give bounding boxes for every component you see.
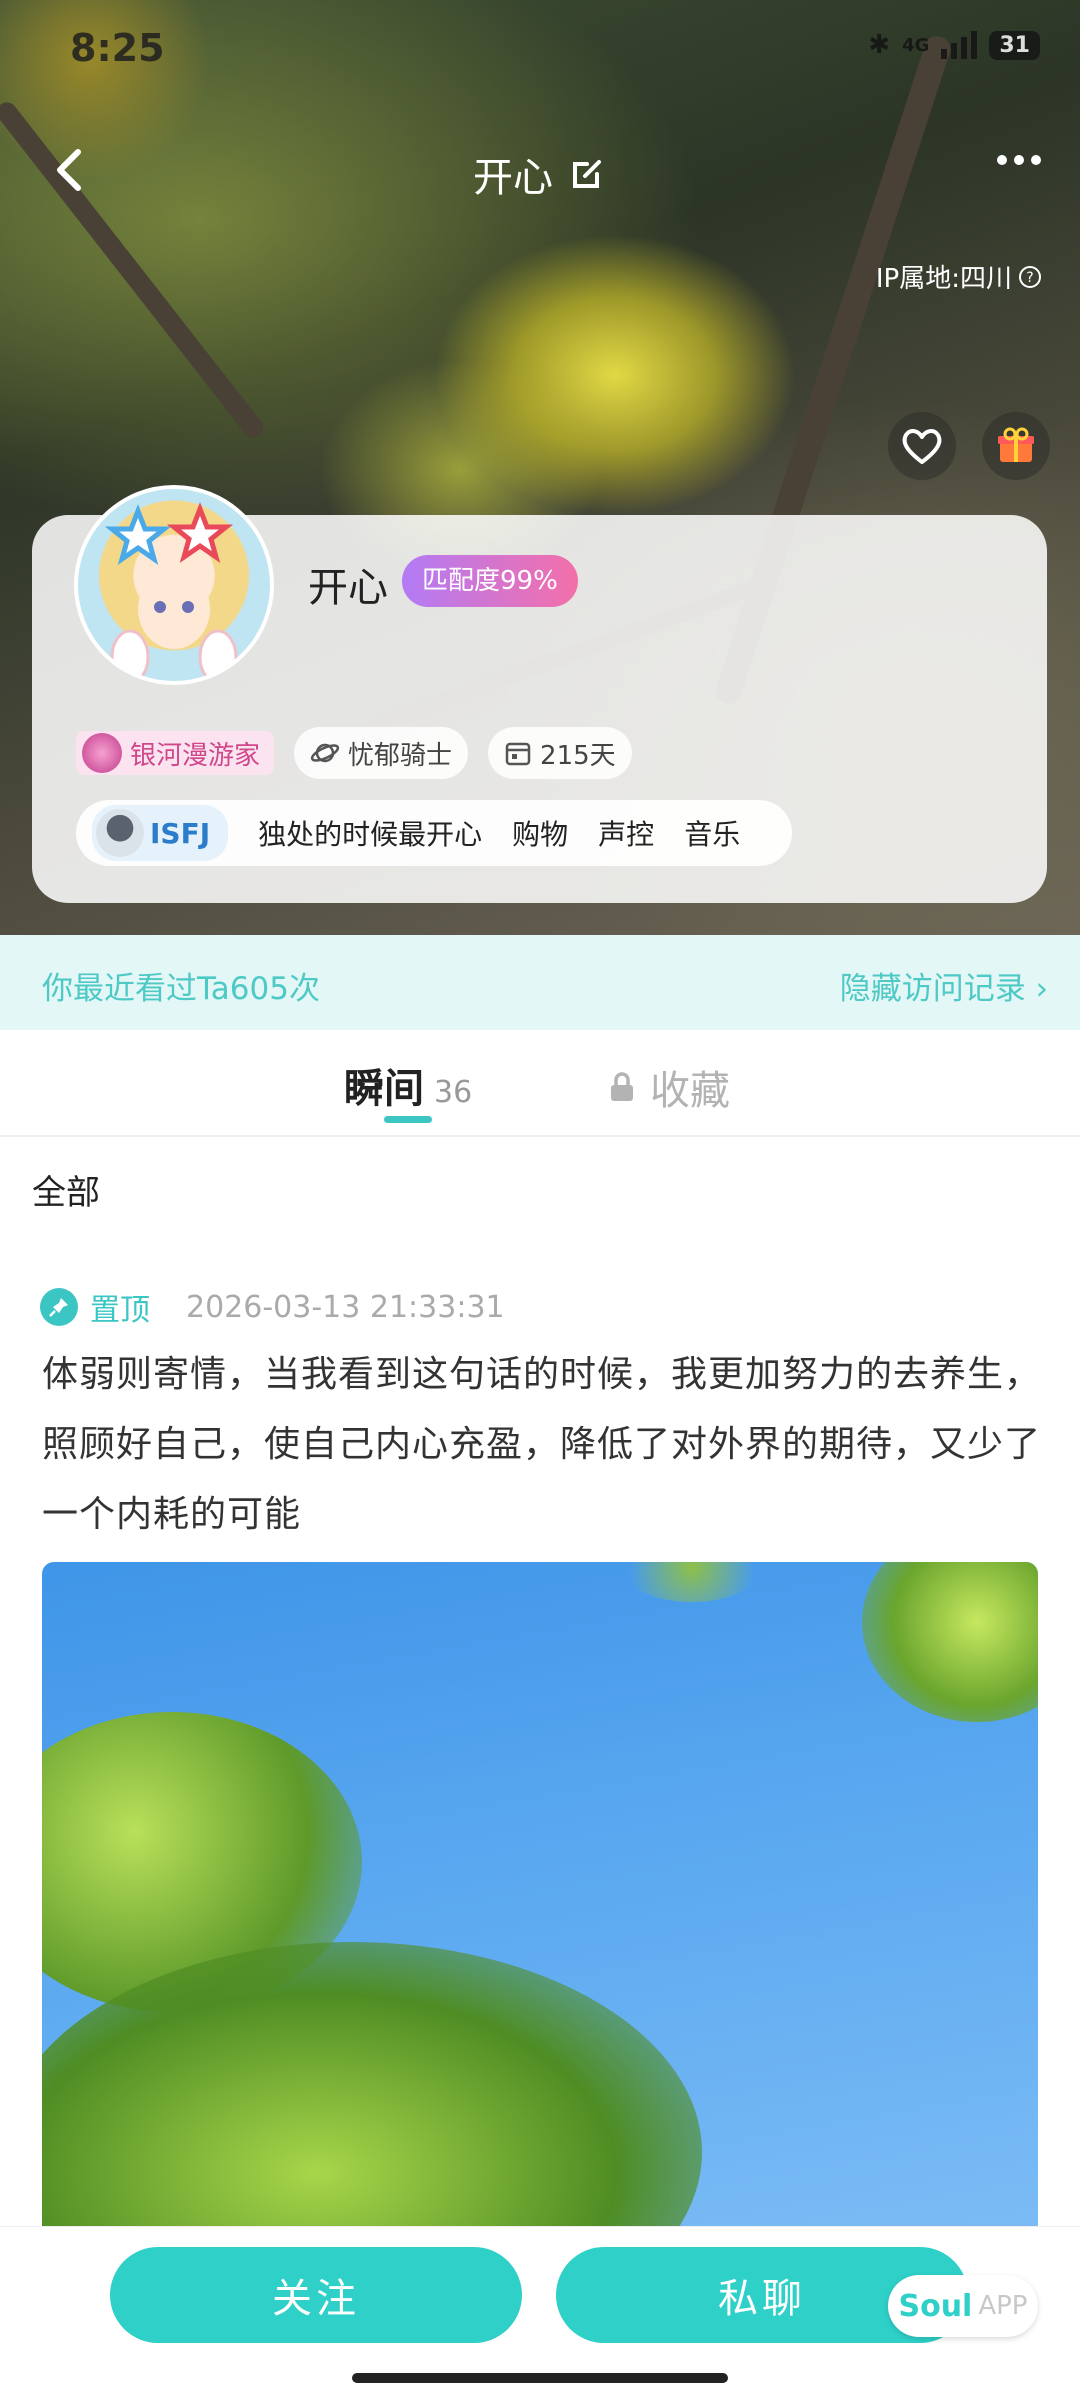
avatar[interactable] [74, 485, 274, 685]
soul-app-logo: Soul APP [888, 2275, 1038, 2337]
content-tabs: 瞬间 36 收藏 [0, 1030, 1080, 1137]
calendar-icon [505, 742, 531, 766]
status-bar: 8:25 ✱ 4G 31 [0, 0, 1080, 96]
help-icon: ? [1019, 265, 1041, 288]
post-meta: 置顶 2026-03-13 21:33:31 [40, 1285, 505, 1329]
tab-active-indicator [384, 1116, 432, 1123]
tab-favorites[interactable]: 收藏 [608, 1058, 730, 1116]
profile-card: 开心 匹配度99% 银河漫游家 忧郁骑士 215天 ISFJ 独处的时候最开心 … [32, 485, 1047, 903]
badge-row: 银河漫游家 忧郁骑士 215天 [76, 727, 632, 779]
pin-icon [40, 1288, 78, 1326]
header: 开心 [0, 145, 1080, 203]
galaxy-badge[interactable]: 银河漫游家 [76, 731, 275, 775]
days-badge-label: 215天 [540, 740, 616, 771]
brand-suffix: APP [978, 2291, 1028, 2321]
filter-all[interactable]: 全部 [32, 1165, 100, 1214]
galaxy-badge-label: 银河漫游家 [130, 740, 261, 771]
nickname: 开心 [308, 565, 388, 611]
ip-location[interactable]: IP属地:四川 ? [876, 258, 1042, 295]
match-badge[interactable]: 匹配度99% [402, 555, 578, 607]
gift-icon [998, 427, 1034, 462]
gift-button[interactable] [982, 412, 1050, 480]
battery-indicator: 31 [989, 30, 1040, 60]
image-foliage [862, 1562, 1038, 1722]
image-foliage [42, 1942, 702, 2242]
tab-moments[interactable]: 瞬间 36 [344, 1056, 472, 1114]
ip-location-text: IP属地:四川 [875, 264, 1012, 294]
visit-count-text: 你最近看过Ta605次 [42, 971, 320, 1007]
profile-cover-photo: 8:25 ✱ 4G 31 开心 IP属地:四川 ? 开心 匹配度99% 银河漫游… [0, 0, 1080, 935]
hide-visit-record-link[interactable]: 隐藏访问记录 › [840, 963, 1048, 1008]
home-indicator[interactable] [352, 2373, 728, 2383]
svg-text:?: ? [1026, 270, 1033, 286]
follow-button[interactable]: 关注 [110, 2247, 522, 2343]
interest-tag[interactable]: 购物 [512, 813, 568, 853]
pinned-label: 置顶 [90, 1293, 150, 1328]
mbti-label: ISFJ [150, 816, 211, 850]
interest-tag[interactable]: 声控 [598, 813, 654, 853]
like-button[interactable] [888, 412, 956, 480]
astronaut-icon [96, 809, 144, 857]
galaxy-planet-icon [82, 733, 122, 773]
bluetooth-icon: ✱ [868, 30, 891, 60]
lock-icon [611, 1072, 633, 1101]
heart-icon [902, 429, 942, 464]
tag-row[interactable]: ISFJ 独处的时候最开心 购物 声控 音乐 [76, 800, 792, 866]
network-label: 4G [902, 34, 930, 56]
days-badge[interactable]: 215天 [488, 727, 632, 779]
star-decoration-icon [104, 502, 238, 681]
tab-favorites-label: 收藏 [650, 1068, 730, 1114]
more-dots-icon [997, 155, 1041, 165]
planet-badge-label: 忧郁骑士 [348, 740, 453, 771]
visit-bar: 你最近看过Ta605次 隐藏访问记录 › [0, 935, 1080, 1030]
status-time: 8:25 [70, 26, 165, 70]
edit-icon[interactable] [567, 154, 607, 194]
status-icons: ✱ 4G 31 [868, 30, 1040, 60]
image-foliage [622, 1562, 762, 1602]
mbti-tag[interactable]: ISFJ [92, 805, 229, 861]
more-button[interactable] [996, 150, 1042, 174]
bottom-action-bar: 关注 私聊 Soul APP [0, 2226, 1080, 2401]
interest-tag[interactable]: 音乐 [684, 813, 740, 853]
tab-moments-label: 瞬间 [344, 1066, 424, 1112]
signal-icon [941, 31, 978, 59]
brand-name: Soul [898, 2288, 973, 2324]
planet-icon [310, 743, 340, 763]
planet-badge[interactable]: 忧郁骑士 [294, 727, 469, 779]
post-image[interactable] [42, 1562, 1038, 2242]
post-text[interactable]: 体弱则寄情，当我看到这句话的时候，我更加努力的去养生，照顾好自己，使自己内心充盈… [42, 1340, 1052, 1550]
post-timestamp: 2026-03-13 21:33:31 [186, 1289, 505, 1325]
tab-moments-count: 36 [434, 1075, 473, 1110]
page-title: 开心 [473, 155, 553, 201]
interest-tag[interactable]: 独处的时候最开心 [258, 813, 482, 853]
